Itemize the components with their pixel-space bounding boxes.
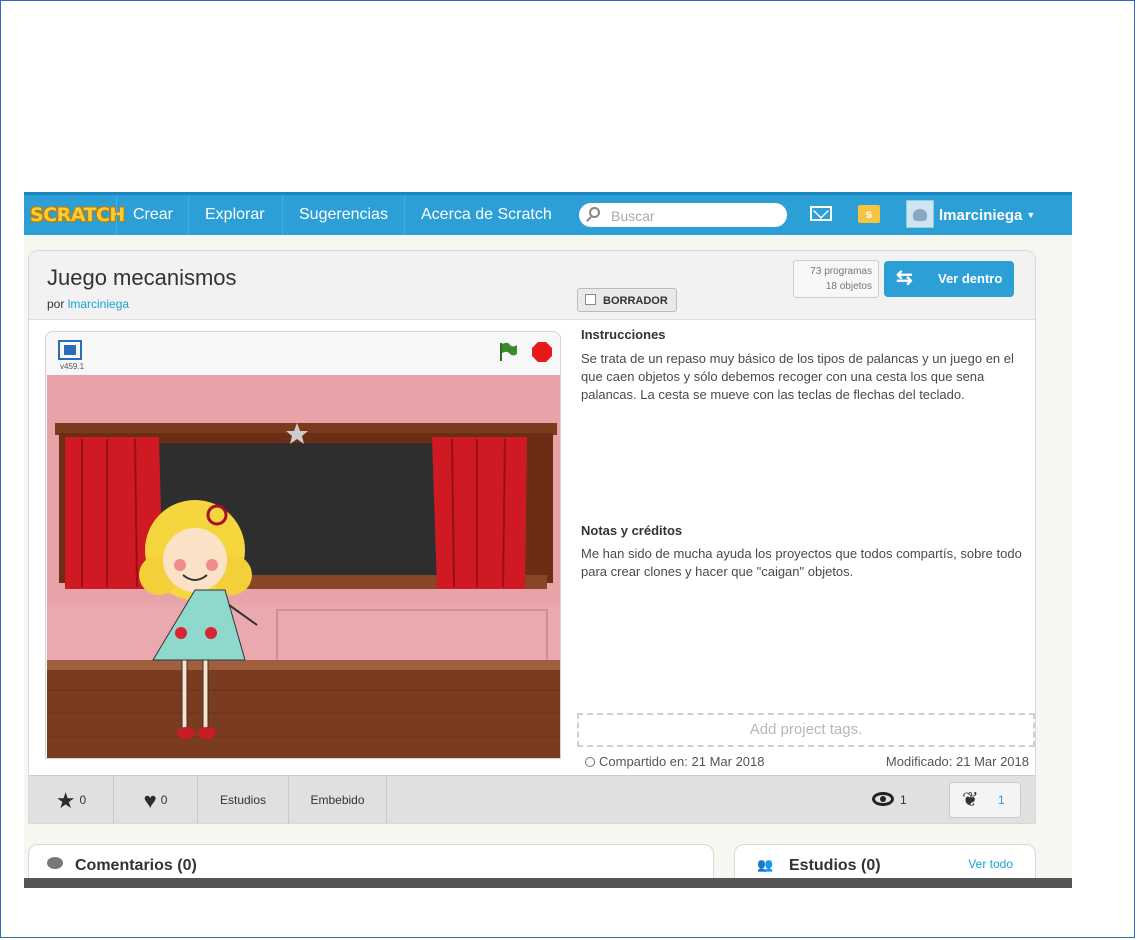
draft-label: BORRADOR bbox=[603, 295, 668, 307]
notes-title: Notas y créditos bbox=[581, 523, 683, 538]
nav-create[interactable]: Crear bbox=[116, 195, 189, 235]
favorite-button[interactable]: ★ 0 bbox=[29, 776, 114, 823]
my-stuff-icon[interactable]: s bbox=[858, 205, 880, 223]
instructions-text: Se trata de un repaso muy básico de los … bbox=[581, 351, 1014, 402]
see-all-link[interactable]: Ver todo bbox=[968, 857, 1013, 871]
scratch-logo[interactable]: SCRATCH bbox=[30, 203, 125, 227]
search-icon bbox=[589, 207, 600, 218]
love-button[interactable]: ♥ 0 bbox=[114, 776, 198, 823]
loves-count: 0 bbox=[160, 793, 168, 807]
heart-icon: ♥ bbox=[143, 788, 157, 813]
project-stage[interactable] bbox=[47, 375, 560, 758]
draft-checkbox[interactable]: BORRADOR bbox=[577, 288, 677, 312]
stage-scene bbox=[47, 375, 560, 758]
modified-date: Modificado: 21 Mar 2018 bbox=[885, 754, 1029, 769]
notes-text: Me han sido de mucha ayuda los proyectos… bbox=[581, 546, 1022, 579]
project-header: Juego mecanismos por lmarciniega BORRADO… bbox=[29, 251, 1035, 320]
studios-icon: 👥 bbox=[757, 857, 773, 872]
see-inside-button[interactable]: ⇆ Ver dentro bbox=[884, 261, 1014, 297]
remix-arrows-icon: ⇆ bbox=[896, 267, 913, 289]
browser-screenshot: SCRATCH Crear Explorar Sugerencias Acerc… bbox=[24, 192, 1072, 888]
by-prefix: por bbox=[47, 297, 65, 311]
green-flag-icon[interactable] bbox=[498, 342, 518, 362]
mail-icon[interactable] bbox=[810, 206, 832, 221]
favorites-count: 0 bbox=[79, 793, 87, 807]
instructions-title: Instrucciones bbox=[581, 327, 666, 342]
scripts-count: 73 programas bbox=[810, 266, 872, 277]
remix-tree-button[interactable]: ❦ 1 bbox=[949, 782, 1021, 818]
views-count: 1 bbox=[900, 793, 907, 807]
project-counts: 73 programas 18 objetos bbox=[793, 260, 879, 298]
byline: por lmarciniega bbox=[47, 297, 129, 311]
shared-date: Compartido en: 21 Mar 2018 bbox=[585, 754, 764, 769]
bottom-bar bbox=[24, 878, 1072, 888]
stop-icon[interactable] bbox=[532, 342, 552, 362]
nav-tips[interactable]: Sugerencias bbox=[282, 195, 404, 235]
fullscreen-icon[interactable] bbox=[58, 340, 82, 360]
avatar[interactable] bbox=[906, 200, 934, 228]
tags-input[interactable]: Add project tags. bbox=[577, 713, 1035, 747]
search-box[interactable] bbox=[579, 203, 787, 227]
author-link[interactable]: lmarciniega bbox=[68, 297, 129, 311]
project-player: v459.1 bbox=[45, 331, 561, 759]
username-label: lmarciniega bbox=[939, 207, 1023, 224]
chevron-down-icon: ▼ bbox=[1026, 210, 1036, 220]
stats-bar: ★ 0 ♥ 0 Estudios Embebido 1 ❦ 1 bbox=[29, 775, 1035, 823]
clock-icon bbox=[585, 757, 595, 767]
nav-about[interactable]: Acerca de Scratch bbox=[404, 195, 568, 235]
studios-button[interactable]: Estudios bbox=[198, 776, 289, 823]
embed-button[interactable]: Embebido bbox=[289, 776, 387, 823]
remix-count: 1 bbox=[998, 793, 1005, 807]
user-menu[interactable]: lmarciniega ▼ bbox=[939, 195, 1035, 235]
project-box: Juego mecanismos por lmarciniega BORRADO… bbox=[28, 250, 1036, 824]
comments-title: Comentarios (0) bbox=[75, 857, 197, 874]
comment-icon bbox=[47, 857, 63, 869]
project-title: Juego mecanismos bbox=[47, 265, 237, 290]
search-input[interactable] bbox=[609, 205, 783, 227]
see-inside-label: Ver dentro bbox=[938, 271, 1003, 286]
sprites-count: 18 objetos bbox=[825, 281, 872, 292]
nav-explore[interactable]: Explorar bbox=[188, 195, 281, 235]
checkbox-icon bbox=[585, 294, 596, 305]
view-count: 1 bbox=[872, 776, 907, 823]
player-version: v459.1 bbox=[60, 362, 85, 371]
shared-date-text: Compartido en: 21 Mar 2018 bbox=[599, 754, 765, 769]
star-icon: ★ bbox=[55, 788, 76, 813]
tree-icon: ❦ bbox=[962, 789, 979, 811]
top-navbar: SCRATCH Crear Explorar Sugerencias Acerc… bbox=[24, 192, 1072, 235]
studios-title: Estudios (0) bbox=[789, 857, 881, 874]
eye-icon bbox=[872, 792, 894, 806]
